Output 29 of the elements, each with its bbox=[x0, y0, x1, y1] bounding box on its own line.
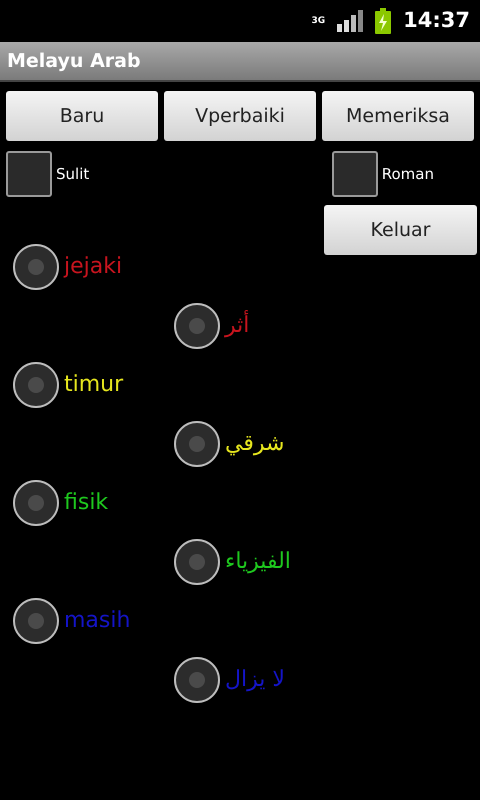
radio-button[interactable] bbox=[174, 420, 220, 466]
battery-icon bbox=[375, 8, 392, 34]
option-label: fisik bbox=[64, 489, 108, 517]
option-label: timur bbox=[64, 371, 124, 399]
action-button[interactable]: Memeriksa bbox=[322, 91, 474, 141]
radio-button[interactable] bbox=[174, 656, 220, 702]
action-button[interactable]: Vperbaiki bbox=[164, 91, 316, 141]
signal-icon bbox=[337, 10, 364, 32]
option-label: jejaki bbox=[64, 253, 122, 281]
radio-button[interactable] bbox=[13, 244, 59, 290]
radio-button[interactable] bbox=[174, 302, 220, 348]
exit-button[interactable]: Keluar bbox=[324, 205, 477, 255]
checkbox-label: Roman bbox=[382, 164, 434, 185]
checkbox[interactable] bbox=[332, 151, 378, 197]
window-title: Melayu Arab bbox=[7, 48, 141, 74]
network-label: 3G bbox=[311, 16, 326, 26]
option-label: الفيزياء bbox=[225, 548, 291, 576]
radio-button[interactable] bbox=[13, 598, 59, 644]
checkbox[interactable] bbox=[6, 151, 52, 197]
radio-button[interactable] bbox=[174, 538, 220, 584]
option-label: أثر bbox=[225, 309, 250, 342]
checkbox-label: Sulit bbox=[56, 164, 90, 185]
option-label: شرقي bbox=[225, 430, 284, 458]
clock: 14:37 bbox=[403, 7, 470, 34]
action-button[interactable]: Baru bbox=[6, 91, 158, 141]
option-label: لا يزال bbox=[225, 666, 285, 694]
option-label: masih bbox=[64, 607, 130, 635]
radio-button[interactable] bbox=[13, 480, 59, 526]
radio-button[interactable] bbox=[13, 362, 59, 408]
